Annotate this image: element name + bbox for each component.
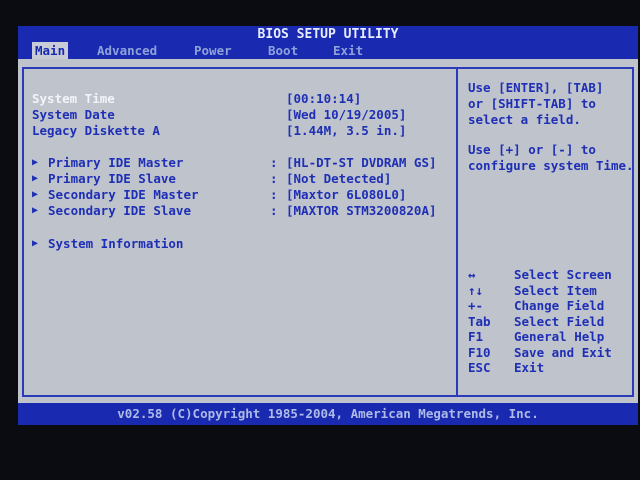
plus-minus-key: +- bbox=[468, 298, 484, 313]
tab-key: Tab bbox=[468, 314, 491, 329]
system-time-label: System Time bbox=[32, 91, 115, 106]
triangle-right-icon: ▶ bbox=[32, 173, 39, 184]
system-date-label: System Date bbox=[32, 107, 115, 122]
triangle-right-icon: ▶ bbox=[32, 238, 39, 249]
esc-key: ESC bbox=[468, 360, 491, 375]
primary-ide-master-label[interactable]: Primary IDE Master bbox=[48, 155, 183, 170]
tab-advanced[interactable]: Advanced bbox=[94, 42, 160, 59]
primary-ide-slave-label[interactable]: Primary IDE Slave bbox=[48, 171, 176, 186]
key-desc-select-field: Select Field bbox=[514, 314, 605, 329]
system-information-label[interactable]: System Information bbox=[48, 236, 183, 251]
primary-ide-master-value: [HL-DT-ST DVDRAM GS] bbox=[286, 155, 437, 170]
tab-main[interactable]: Main bbox=[32, 42, 69, 59]
system-date-value[interactable]: [Wed 10/19/2005] bbox=[286, 107, 406, 122]
tab-power[interactable]: Power bbox=[191, 42, 235, 59]
separator: : bbox=[270, 171, 278, 186]
f1-key: F1 bbox=[468, 329, 484, 344]
secondary-ide-slave-label[interactable]: Secondary IDE Slave bbox=[48, 203, 191, 218]
key-desc-select-screen: Select Screen bbox=[514, 267, 612, 282]
help-line-1: Use [ENTER], [TAB] bbox=[468, 80, 604, 95]
help-line-4: Use [+] or [-] to bbox=[468, 142, 596, 157]
help-line-3: select a field. bbox=[468, 112, 581, 127]
legacy-diskette-label: Legacy Diskette A bbox=[32, 123, 160, 138]
triangle-right-icon: ▶ bbox=[32, 205, 39, 216]
key-desc-exit: Exit bbox=[514, 360, 545, 375]
primary-ide-slave-value: [Not Detected] bbox=[286, 171, 392, 186]
key-desc-select-item: Select Item bbox=[514, 283, 597, 298]
secondary-ide-master-label[interactable]: Secondary IDE Master bbox=[48, 187, 199, 202]
system-time-value[interactable]: [00:10:14] bbox=[286, 91, 361, 106]
up-down-arrow-icon: ↑↓ bbox=[468, 283, 484, 298]
f10-key: F10 bbox=[468, 345, 491, 360]
separator: : bbox=[270, 203, 278, 218]
help-line-5: configure system Time. bbox=[468, 158, 634, 173]
left-right-arrow-icon: ↔ bbox=[468, 267, 476, 282]
key-desc-save-exit: Save and Exit bbox=[514, 345, 612, 360]
menu-bar: Main Advanced Power Boot Exit bbox=[18, 42, 638, 59]
help-divider bbox=[456, 67, 458, 397]
triangle-right-icon: ▶ bbox=[32, 189, 39, 200]
separator: : bbox=[270, 155, 278, 170]
tab-exit[interactable]: Exit bbox=[330, 42, 366, 59]
secondary-ide-master-value: [Maxtor 6L080L0] bbox=[286, 187, 407, 202]
triangle-right-icon: ▶ bbox=[32, 157, 39, 168]
secondary-ide-slave-value: [MAXTOR STM3200820A] bbox=[286, 203, 437, 218]
help-line-2: or [SHIFT-TAB] to bbox=[468, 96, 596, 111]
key-desc-change-field: Change Field bbox=[514, 298, 605, 313]
copyright-footer: v02.58 (C)Copyright 1985-2004, American … bbox=[18, 403, 638, 425]
tab-boot[interactable]: Boot bbox=[265, 42, 301, 59]
key-desc-general-help: General Help bbox=[514, 329, 605, 344]
separator: : bbox=[270, 187, 278, 202]
legacy-diskette-value[interactable]: [1.44M, 3.5 in.] bbox=[286, 123, 406, 138]
